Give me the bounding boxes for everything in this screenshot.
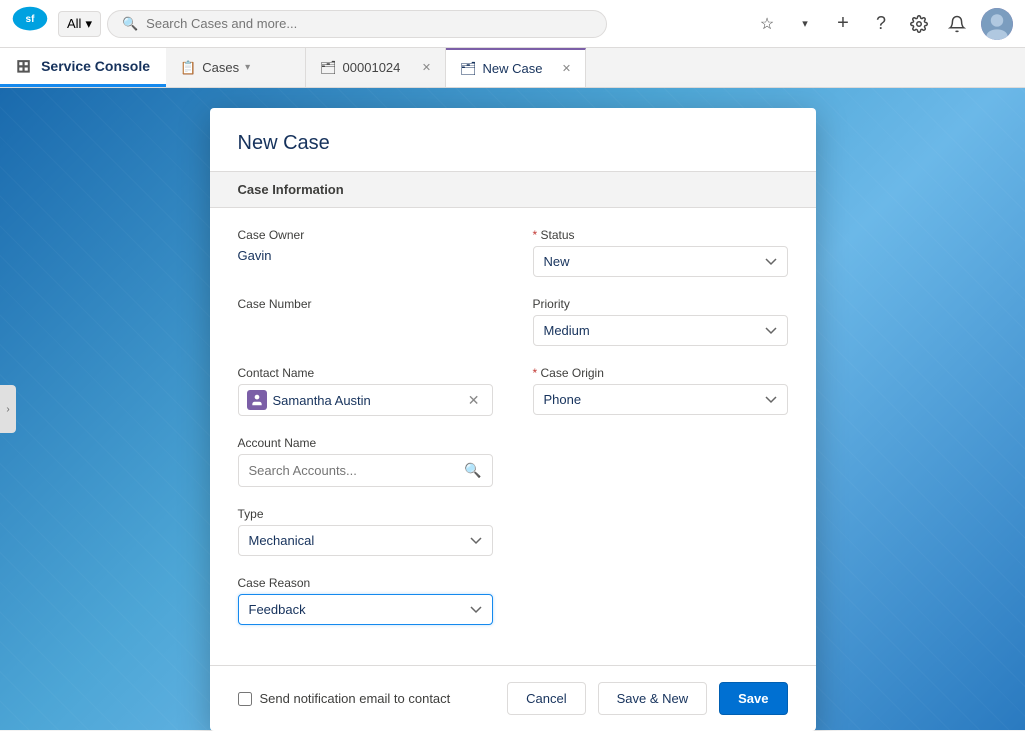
form-row-3: Contact Name Samantha Austin ✕ <box>238 366 788 416</box>
save-and-new-button[interactable]: Save & New <box>598 682 708 715</box>
notification-checkbox[interactable] <box>238 692 252 706</box>
help-icon[interactable]: ? <box>867 10 895 38</box>
case-reason-col: Case Reason Feedback User Education Docu… <box>238 576 493 625</box>
dropdown-chevron: ▾ <box>85 16 92 32</box>
contact-avatar-icon <box>247 390 267 410</box>
type-select[interactable]: Mechanical Electrical Electronic Structu… <box>238 525 493 556</box>
settings-icon[interactable] <box>905 10 933 38</box>
case-number-col: Case Number <box>238 297 493 346</box>
user-avatar[interactable] <box>981 8 1013 40</box>
priority-label: Priority <box>533 297 788 311</box>
cancel-button[interactable]: Cancel <box>507 682 585 715</box>
top-nav: sf All ▾ 🔍 ☆ ▾ + ? <box>0 0 1025 48</box>
svg-text:sf: sf <box>26 14 36 25</box>
notification-label: Send notification email to contact <box>260 691 451 706</box>
search-type-label: All <box>67 16 81 31</box>
notifications-icon[interactable] <box>943 10 971 38</box>
case-reason-select[interactable]: Feedback User Education Documentation In… <box>238 594 493 625</box>
case-origin-label: Case Origin <box>533 366 788 380</box>
global-search-box: 🔍 <box>107 10 607 38</box>
section-title: Case Information <box>238 182 344 197</box>
priority-col: Priority Low Medium High Critical <box>533 297 788 346</box>
new-case-tab-icon: 🗂 <box>460 61 477 77</box>
case-origin-col: Case Origin Phone Email Web <box>533 366 788 416</box>
contact-name-label: Contact Name <box>238 366 493 380</box>
modal-header: New Case <box>210 108 816 171</box>
close-new-case-tab-icon[interactable]: ✕ <box>562 62 571 75</box>
close-case-tab-icon[interactable]: ✕ <box>422 61 431 74</box>
global-search-input[interactable] <box>146 16 592 31</box>
app-name: Service Console <box>41 58 150 74</box>
main-content: › New Case Case Information Case Owner G… <box>0 88 1025 730</box>
empty-col-5 <box>533 507 788 556</box>
tab-00001024[interactable]: 🗂 00001024 ✕ <box>306 48 446 87</box>
form-row-5: Type Mechanical Electrical Electronic St… <box>238 507 788 556</box>
search-type-dropdown[interactable]: All ▾ <box>58 11 101 37</box>
status-col: Status New Working Escalated Closed <box>533 228 788 277</box>
status-label: Status <box>533 228 788 242</box>
new-case-tab-label: New Case <box>483 61 543 76</box>
contact-name-value: Samantha Austin <box>273 393 371 408</box>
type-col: Type Mechanical Electrical Electronic St… <box>238 507 493 556</box>
tab-new-case[interactable]: 🗂 New Case ✕ <box>446 48 586 87</box>
contact-clear-icon[interactable]: ✕ <box>464 392 484 409</box>
form-row-1: Case Owner Gavin Status New Working Esca… <box>238 228 788 277</box>
empty-col-4 <box>533 436 788 487</box>
grid-icon: ⊞ <box>16 56 31 77</box>
add-icon[interactable]: + <box>829 10 857 38</box>
form-body: Case Owner Gavin Status New Working Esca… <box>210 208 816 665</box>
notification-checkbox-area: Send notification email to contact <box>238 691 496 706</box>
case-reason-label: Case Reason <box>238 576 493 590</box>
case-tab-icon: 🗂 <box>320 60 337 76</box>
favorites-icon[interactable]: ☆ <box>753 10 781 38</box>
account-name-col: Account Name 🔍 <box>238 436 493 487</box>
new-case-modal: New Case Case Information Case Owner Gav… <box>210 108 816 731</box>
nav-icons: ☆ ▾ + ? <box>753 8 1013 40</box>
case-owner-label: Case Owner <box>238 228 493 242</box>
empty-col-6 <box>533 576 788 625</box>
modal-footer: Send notification email to contact Cance… <box>210 665 816 731</box>
modal-title: New Case <box>238 132 788 155</box>
tab-bar: ⊞ Service Console 📋 Cases ▾ 🗂 00001024 ✕… <box>0 48 1025 88</box>
priority-select[interactable]: Low Medium High Critical <box>533 315 788 346</box>
side-panel-toggle[interactable]: › <box>0 385 16 433</box>
case-owner-value: Gavin <box>238 246 493 265</box>
app-label[interactable]: ⊞ Service Console <box>0 48 166 87</box>
case-origin-select[interactable]: Phone Email Web <box>533 384 788 415</box>
case-tab-label: 00001024 <box>343 60 401 75</box>
case-owner-col: Case Owner Gavin <box>238 228 493 277</box>
status-select[interactable]: New Working Escalated Closed <box>533 246 788 277</box>
favorites-dropdown-icon[interactable]: ▾ <box>791 10 819 38</box>
section-header-case-info: Case Information <box>210 171 816 208</box>
search-area: All ▾ 🔍 <box>58 10 743 38</box>
cases-tab-dropdown[interactable]: ▾ <box>245 62 250 73</box>
contact-name-col: Contact Name Samantha Austin ✕ <box>238 366 493 416</box>
contact-pill: Samantha Austin <box>247 390 464 410</box>
account-name-label: Account Name <box>238 436 493 450</box>
case-number-label: Case Number <box>238 297 493 311</box>
form-row-4: Account Name 🔍 <box>238 436 788 487</box>
case-number-value <box>238 315 493 335</box>
account-name-search-wrapper: 🔍 <box>238 454 493 487</box>
cases-tab-label: Cases <box>202 60 239 75</box>
form-row-2: Case Number Priority Low Medium High Cri… <box>238 297 788 346</box>
form-row-6: Case Reason Feedback User Education Docu… <box>238 576 788 625</box>
cases-tab-icon: 📋 <box>180 60 196 76</box>
tab-cases[interactable]: 📋 Cases ▾ <box>166 48 306 87</box>
type-label: Type <box>238 507 493 521</box>
account-name-input[interactable] <box>249 463 465 478</box>
salesforce-logo[interactable]: sf <box>12 6 48 42</box>
save-button[interactable]: Save <box>719 682 787 715</box>
contact-name-input-wrapper[interactable]: Samantha Austin ✕ <box>238 384 493 416</box>
account-search-icon: 🔍 <box>464 462 481 479</box>
search-magnify-icon: 🔍 <box>122 16 138 32</box>
